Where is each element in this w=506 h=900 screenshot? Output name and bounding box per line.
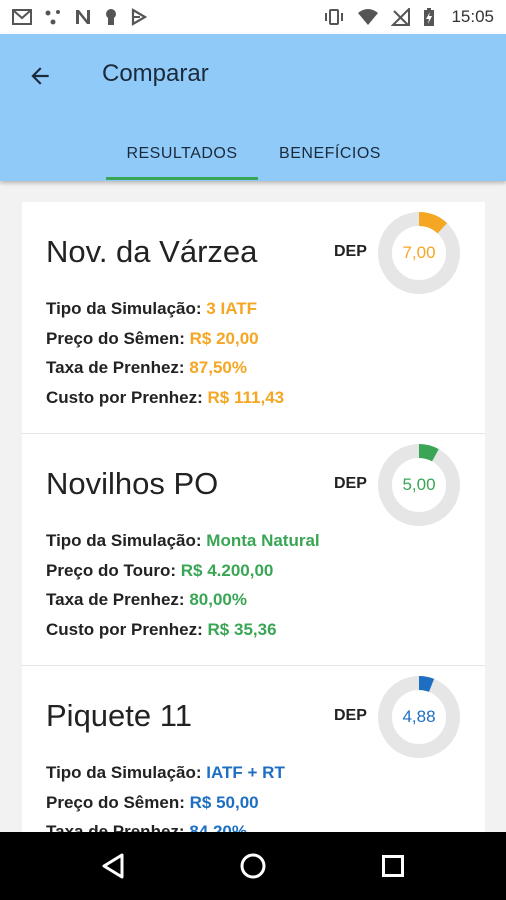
detail-label: Taxa de Prenhez: xyxy=(46,590,185,609)
detail-row-simulation-type: Tipo da Simulação: IATF + RT xyxy=(46,758,285,788)
comparison-card[interactable]: Novilhos PO DEP 5,00 Tipo da Simulação: … xyxy=(22,434,485,666)
detail-list: Tipo da Simulação: Monta Natural Preço d… xyxy=(46,526,320,644)
detail-value: IATF + RT xyxy=(206,763,285,782)
play-store-icon xyxy=(131,8,148,26)
detail-value: Monta Natural xyxy=(206,531,320,550)
detail-row-cost-per-pregnancy: Custo por Prenhez: R$ 35,36 xyxy=(46,615,320,645)
status-time: 15:05 xyxy=(451,7,494,26)
tab-beneficios[interactable]: BENEFÍCIOS xyxy=(258,126,402,181)
dep-gauge: 4,88 xyxy=(378,676,460,758)
dep-label: DEP xyxy=(334,707,367,724)
system-navigation-bar xyxy=(0,832,506,900)
page-title: Comparar xyxy=(102,60,209,87)
back-button[interactable] xyxy=(20,56,60,96)
triangle-back-icon xyxy=(102,853,124,879)
detail-row-cost-per-pregnancy: Custo por Prenhez: R$ 111,43 xyxy=(46,383,284,413)
detail-value: R$ 35,36 xyxy=(207,619,277,639)
detail-value: R$ 111,43 xyxy=(207,387,285,407)
nav-recents-button[interactable] xyxy=(373,846,413,886)
vibrate-icon xyxy=(325,9,344,25)
gmail-icon xyxy=(12,9,32,25)
detail-label: Custo por Prenhez: xyxy=(46,387,203,407)
nav-back-button[interactable] xyxy=(93,846,133,886)
detail-value: R$ 20,00 xyxy=(189,328,259,348)
n-app-icon xyxy=(76,10,90,24)
dep-label: DEP xyxy=(334,243,367,260)
detail-label: Taxa de Prenhez: xyxy=(46,358,185,377)
detail-row-simulation-type: Tipo da Simulação: 3 IATF xyxy=(46,294,284,324)
comparison-list: Nov. da Várzea DEP 7,00 Tipo da Simulaçã… xyxy=(22,202,485,898)
detail-label: Tipo da Simulação: xyxy=(46,531,202,550)
card-name: Piquete 11 xyxy=(46,698,192,733)
detail-value: R$ 50,00 xyxy=(189,792,259,812)
comparison-card[interactable]: Nov. da Várzea DEP 7,00 Tipo da Simulaçã… xyxy=(22,202,485,434)
system-status-icons: 15:05 xyxy=(323,7,494,27)
arrow-back-icon xyxy=(31,67,49,85)
keyhole-icon xyxy=(106,9,116,25)
app-bar: Comparar RESULTADOS BENEFÍCIOS xyxy=(0,34,506,181)
detail-row-price: Preço do Sêmen: R$ 20,00 xyxy=(46,324,284,354)
tab-resultados[interactable]: RESULTADOS xyxy=(106,126,258,181)
detail-label: Tipo da Simulação: xyxy=(46,763,202,782)
detail-list: Tipo da Simulação: 3 IATF Preço do Sêmen… xyxy=(46,294,284,412)
tab-bar: RESULTADOS BENEFÍCIOS xyxy=(0,126,506,181)
card-name: Novilhos PO xyxy=(46,466,219,501)
notification-icons xyxy=(12,8,148,26)
dep-value: 4,88 xyxy=(402,707,436,726)
detail-label: Preço do Touro: xyxy=(46,560,177,580)
circle-home-icon xyxy=(240,853,266,879)
wifi-icon xyxy=(358,9,379,25)
detail-label: Tipo da Simulação: xyxy=(46,299,202,318)
no-signal-icon xyxy=(391,8,411,26)
detail-row-price: Preço do Sêmen: R$ 50,00 xyxy=(46,788,285,818)
dep-value: 7,00 xyxy=(402,243,436,262)
card-name: Nov. da Várzea xyxy=(46,234,258,269)
tab-indicator xyxy=(106,177,258,180)
dep-label: DEP xyxy=(334,475,367,492)
detail-row-pregnancy-rate: Taxa de Prenhez: 80,00% xyxy=(46,585,320,615)
nodes-icon xyxy=(45,10,60,25)
detail-value: 80,00% xyxy=(189,590,247,609)
dep-value: 5,00 xyxy=(402,475,436,494)
nav-home-button[interactable] xyxy=(233,846,273,886)
detail-row-price: Preço do Touro: R$ 4.200,00 xyxy=(46,556,320,586)
detail-label: Preço do Sêmen: xyxy=(46,328,185,348)
dep-gauge: 5,00 xyxy=(378,444,460,526)
detail-label: Preço do Sêmen: xyxy=(46,792,185,812)
battery-charging-icon xyxy=(424,8,435,26)
detail-row-simulation-type: Tipo da Simulação: Monta Natural xyxy=(46,526,320,556)
detail-value: R$ 4.200,00 xyxy=(180,560,274,580)
detail-label: Custo por Prenhez: xyxy=(46,619,203,639)
dep-gauge: 7,00 xyxy=(378,212,460,294)
status-bar: 15:05 xyxy=(0,0,506,34)
detail-value: 3 IATF xyxy=(206,299,257,318)
detail-value: 87,50% xyxy=(189,358,247,377)
detail-row-pregnancy-rate: Taxa de Prenhez: 87,50% xyxy=(46,353,284,383)
square-recents-icon xyxy=(382,855,404,877)
